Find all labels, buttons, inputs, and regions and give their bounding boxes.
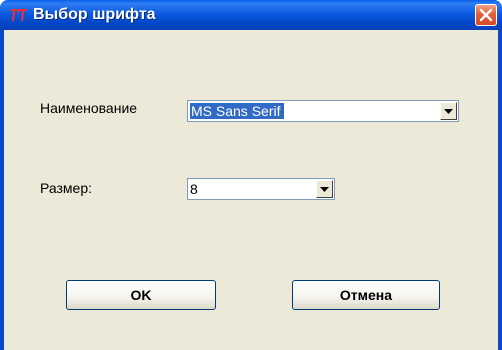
title-bar[interactable]: Выбор шрифта	[0, 0, 502, 30]
font-dialog-window: Выбор шрифта Наименование MS Sans Serif …	[0, 0, 502, 350]
chevron-down-icon	[320, 187, 329, 192]
font-size-select[interactable]: 8	[187, 178, 335, 200]
ok-button[interactable]: OK	[66, 280, 216, 310]
font-name-select[interactable]: MS Sans Serif	[187, 100, 459, 122]
chevron-down-icon	[444, 109, 453, 114]
close-icon	[479, 8, 493, 22]
font-name-dropdown-button[interactable]	[440, 102, 457, 120]
font-size-dropdown-button[interactable]	[316, 180, 333, 198]
font-name-value: MS Sans Serif	[190, 103, 285, 119]
font-size-value: 8	[190, 181, 198, 197]
cancel-button[interactable]: Отмена	[292, 280, 440, 310]
window-title: Выбор шрифта	[33, 6, 156, 23]
close-button[interactable]	[475, 4, 497, 26]
font-name-label: Наименование	[40, 100, 138, 116]
font-app-icon	[10, 7, 28, 23]
dialog-body: Наименование MS Sans Serif Размер: 8 OK …	[4, 30, 498, 350]
font-size-label: Размер:	[40, 180, 93, 196]
